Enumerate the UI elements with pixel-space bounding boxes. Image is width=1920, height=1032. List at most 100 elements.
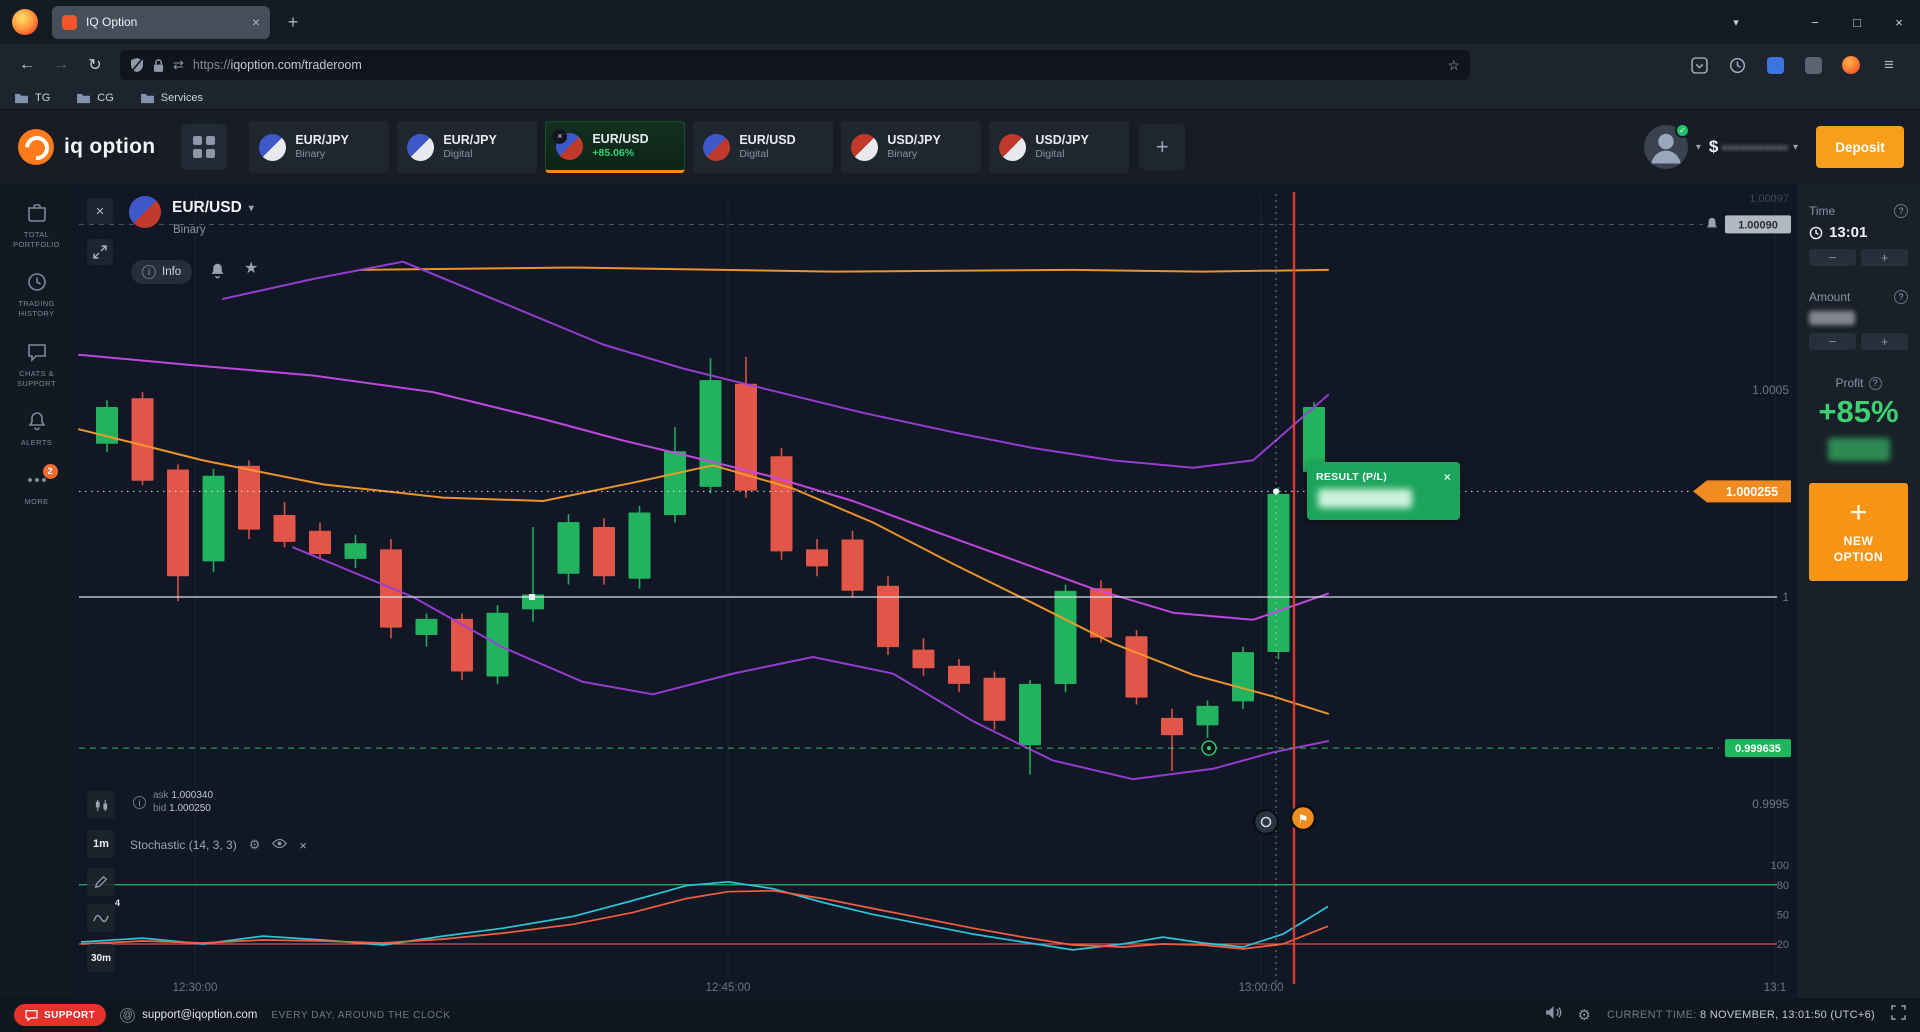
history-clock-icon[interactable]	[1722, 50, 1752, 80]
amount-decrease-button[interactable]: −	[1809, 333, 1856, 350]
purchase-badge	[1252, 808, 1280, 836]
result-pl-popup: RESULT (P/L) ×	[1307, 462, 1460, 520]
back-button[interactable]: ←	[10, 48, 44, 82]
svg-text:12:45:00: 12:45:00	[706, 982, 751, 994]
new-tab-button[interactable]: +	[278, 7, 308, 37]
iq-option-logo[interactable]: iq option	[18, 129, 155, 165]
window-minimize-button[interactable]: −	[1794, 0, 1836, 44]
asset-sub: Digital	[443, 148, 473, 161]
stochastic-remove-icon[interactable]: ×	[299, 838, 307, 853]
asset-profit-percent: +85.06%	[592, 147, 635, 160]
indicators-button[interactable]: 4	[87, 898, 120, 932]
screen: IQ Option × + ▾ − □ × ← → ↻ ⇄ https://iq…	[0, 0, 1920, 1032]
indicators-count-badge: 4	[114, 898, 120, 908]
balance-chevron-icon[interactable]: ▾	[1793, 142, 1798, 153]
asset-tab-eurjpy-binary[interactable]: EUR/JPY Binary	[249, 121, 390, 173]
apps-grid-button[interactable]	[181, 124, 228, 170]
chart-type-button[interactable]	[87, 791, 115, 819]
close-chart-button[interactable]: ×	[87, 198, 113, 224]
bookmark-folder-cg[interactable]: CG	[76, 92, 114, 104]
profit-help-icon[interactable]: ?	[1868, 376, 1882, 390]
deposit-button[interactable]: Deposit	[1816, 126, 1904, 168]
amount-increase-button[interactable]: +	[1861, 333, 1908, 350]
price-chart[interactable]: 100 80 50 20 ⚑ 1.0005 1 0.9995 1.00097 12:30:00 12…	[73, 184, 1797, 998]
firefox-logo-icon[interactable]	[12, 9, 38, 35]
sidebar-label: MORE	[24, 496, 49, 506]
app-header: iq option EUR/JPY Binary EUR/JPY Digital ×…	[0, 110, 1920, 184]
svg-text:1.00090: 1.00090	[1738, 219, 1778, 231]
add-asset-button[interactable]: +	[1139, 124, 1186, 170]
support-button[interactable]: SUPPORT	[14, 1004, 107, 1026]
bookmark-star-icon[interactable]: ☆	[1447, 57, 1460, 74]
time-help-icon[interactable]: ?	[1894, 204, 1908, 218]
favorite-star-icon[interactable]: ★	[244, 258, 258, 278]
sidebar-item-trading-history[interactable]: TRADING HISTORY	[4, 271, 70, 319]
chart-area[interactable]: 100 80 50 20 ⚑ 1.0005 1 0.9995 1.00097 12:30:00 12…	[73, 184, 1797, 998]
window-controls: ▾ − □ ×	[1706, 0, 1920, 44]
speaker-icon[interactable]	[1545, 1005, 1562, 1025]
asset-tab-usdjpy-binary[interactable]: USD/JPY Binary	[841, 121, 982, 173]
asset-sub: Binary	[295, 148, 326, 161]
tab-close-icon[interactable]: ×	[252, 14, 260, 30]
extension-orange-icon[interactable]	[1836, 50, 1866, 80]
asset-selector[interactable]: EUR/USD ▾	[172, 199, 254, 217]
asset-tab-usdjpy-digital[interactable]: USD/JPY Digital	[989, 121, 1130, 173]
amount-value-blurred[interactable]	[1809, 311, 1855, 325]
sidebar-item-alerts[interactable]: ALERTS	[4, 410, 70, 448]
bookmark-label: Services	[160, 91, 203, 104]
permissions-swap-icon[interactable]: ⇄	[173, 57, 184, 73]
timeframe-button[interactable]: 1m	[87, 830, 115, 858]
pair-flag-icon	[407, 133, 435, 161]
bookmark-folder-tg[interactable]: TG	[14, 92, 50, 104]
drawing-tools-button[interactable]	[87, 868, 115, 896]
asset-sub: Digital	[739, 148, 769, 161]
quote-info-icon[interactable]: i	[133, 796, 146, 809]
menu-hamburger-icon[interactable]: ≡	[1874, 50, 1904, 80]
close-asset-icon[interactable]: ×	[552, 128, 568, 144]
pocket-save-icon[interactable]	[1684, 50, 1714, 80]
info-label: Info	[162, 266, 182, 278]
expiry-time-value[interactable]: 13:01	[1829, 224, 1867, 241]
avatar-chevron-icon[interactable]: ▾	[1696, 142, 1701, 153]
amount-help-icon[interactable]: ?	[1894, 290, 1908, 304]
browser-tab[interactable]: IQ Option ×	[52, 5, 270, 39]
sidebar-item-total-portfolio[interactable]: TOTAL PORTFOLIO	[4, 202, 70, 250]
sidebar-item-chats-support[interactable]: CHATS & SUPPORT	[4, 341, 70, 389]
stochastic-settings-gear-icon[interactable]: ⚙	[249, 837, 261, 853]
extension-blue-icon[interactable]	[1760, 50, 1790, 80]
avatar[interactable]: ✓	[1643, 123, 1690, 169]
info-button[interactable]: i Info	[131, 260, 193, 284]
asset-alert-bell-icon[interactable]	[209, 262, 226, 284]
lock-icon[interactable]	[153, 58, 164, 73]
sidebar-item-more[interactable]: 2 MORE	[4, 463, 70, 507]
url-bar[interactable]: ⇄ https://iqoption.com/traderoom ☆	[120, 50, 1470, 80]
indicator-overlays	[78, 260, 1329, 781]
fullscreen-icon[interactable]	[1891, 1005, 1906, 1025]
sidebar-label: TRADING HISTORY	[18, 299, 55, 319]
amount-label: Amount	[1809, 290, 1851, 304]
tracking-shield-icon[interactable]	[130, 57, 144, 73]
asset-tab-eurusd-binary-active[interactable]: × EUR/USD +85.06%	[545, 121, 686, 173]
iq-logo-text: iq option	[64, 135, 156, 158]
url-text[interactable]: https://iqoption.com/traderoom	[193, 58, 1439, 72]
window-maximize-button[interactable]: □	[1836, 0, 1878, 44]
bookmark-folder-services[interactable]: Services	[140, 92, 203, 104]
window-close-button[interactable]: ×	[1878, 0, 1920, 44]
reload-button[interactable]: ↻	[78, 48, 112, 82]
result-close-icon[interactable]: ×	[1444, 470, 1451, 484]
bid-value: 1.000250	[169, 803, 211, 814]
zoom-range-button[interactable]: 30m	[87, 944, 115, 972]
account-balance[interactable]: $ ••••••••••• ▾	[1709, 137, 1798, 157]
time-decrease-button[interactable]: −	[1809, 249, 1856, 266]
extension-gray-icon[interactable]	[1798, 50, 1828, 80]
expand-chart-icon[interactable]	[87, 239, 113, 265]
svg-text:1.0005: 1.0005	[1752, 383, 1789, 397]
new-option-button[interactable]: + NEW OPTION	[1809, 483, 1908, 581]
stochastic-visibility-eye-icon[interactable]	[272, 838, 288, 852]
asset-tab-eurusd-digital[interactable]: EUR/USD Digital	[693, 121, 834, 173]
settings-gear-icon[interactable]: ⚙	[1578, 1006, 1591, 1024]
price-tags: 1.00090 1.000255 0.999635	[1693, 215, 1791, 758]
asset-tab-eurjpy-digital[interactable]: EUR/JPY Digital	[397, 121, 538, 173]
tab-list-chevron-icon[interactable]: ▾	[1706, 0, 1766, 44]
time-increase-button[interactable]: +	[1861, 249, 1908, 266]
